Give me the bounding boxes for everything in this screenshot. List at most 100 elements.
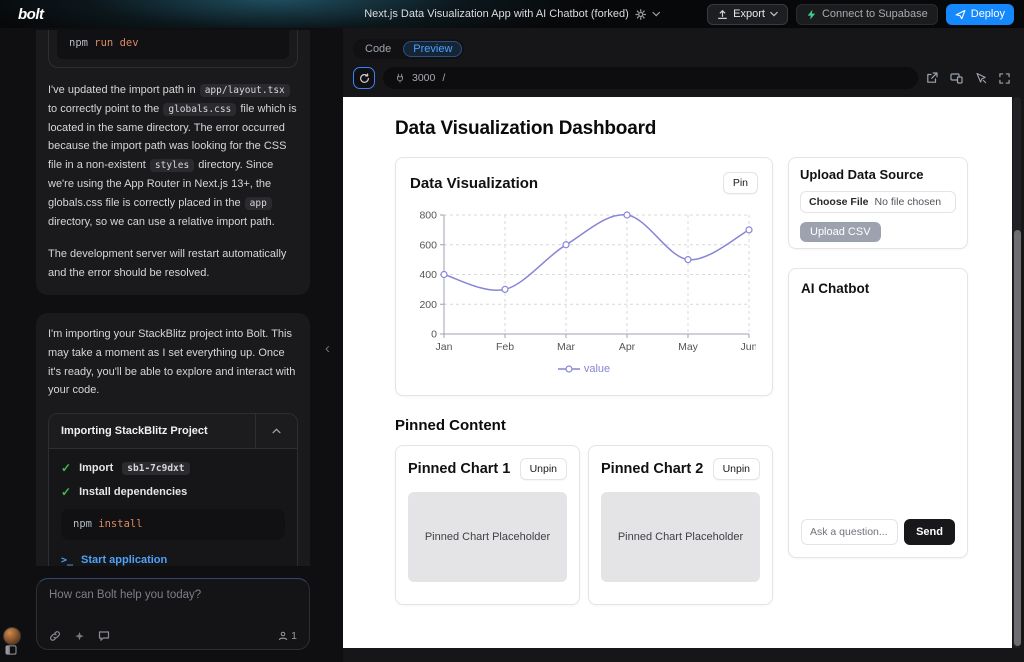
pinned-card-title: Pinned Chart 2 [601,461,703,477]
app-preview-viewport: Data Visualization Dashboard Data Visual… [343,97,1012,648]
svg-text:600: 600 [419,239,437,251]
upload-data-source-card: Upload Data Source Choose File No file c… [788,157,968,249]
pinned-chart-placeholder: Pinned Chart Placeholder [601,492,760,582]
collaborator-number: 1 [291,630,297,642]
message-paragraph: I'm importing your StackBlitz project in… [48,325,298,401]
ai-chatbot-card: AI Chatbot Send [788,268,968,558]
svg-text:Jun: Jun [741,341,756,353]
topbar-actions: Export Connect to Supabase Deploy [707,4,1014,25]
choose-file-button[interactable]: Choose File [809,196,869,208]
svg-text:Jan: Jan [436,341,453,353]
code-preview-tabs: Code Preview [353,39,464,59]
sidebar-collapse-handle[interactable]: ‹ [325,340,330,357]
url-bar[interactable]: 3000 / [383,67,918,89]
open-external-icon[interactable] [926,72,938,84]
sidebar-toggle-icon[interactable] [5,642,17,660]
sparkle-icon[interactable] [74,631,85,642]
export-button[interactable]: Export [707,4,788,25]
url-port: 3000 [412,72,435,84]
chat-input-toolbar: 1 [49,630,297,642]
message-paragraph: The development server will restart auto… [48,245,298,283]
artifact-title: Importing StackBlitz Project [49,414,255,448]
preview-url-row: 3000 / [343,65,1024,96]
connect-supabase-label: Connect to Supabase [822,8,928,20]
svg-text:800: 800 [419,210,437,222]
svg-text:May: May [678,341,699,353]
reload-button[interactable] [353,67,375,89]
chart-legend: value [410,363,758,375]
deploy-rocket-icon [955,9,966,20]
check-icon: ✓ [61,485,71,499]
pinned-content-heading: Pinned Content [395,417,773,434]
line-chart: 0200400600800JanFebMarAprMayJun [410,206,758,363]
pinned-chart-card-2: Pinned Chart 2 Unpin Pinned Chart Placeh… [588,445,773,605]
unpin-button[interactable]: Unpin [713,458,760,480]
export-upload-icon [717,9,728,20]
import-artifact: Importing StackBlitz Project ✓ Import sb… [48,413,298,566]
artifact-header: Importing StackBlitz Project [49,414,297,449]
pinned-chart-card-1: Pinned Chart 1 Unpin Pinned Chart Placeh… [395,445,580,605]
project-title-group[interactable]: Next.js Data Visualization App with AI C… [364,8,660,20]
deploy-button[interactable]: Deploy [946,4,1014,25]
project-id-chip: sb1-7c9dxt [122,462,189,475]
code-block-install[interactable]: npm install [61,509,285,540]
gear-icon[interactable] [635,9,646,20]
devices-icon[interactable] [950,72,963,84]
chat-bubble-icon[interactable] [98,630,110,642]
step-install-label: Install dependencies [79,486,187,498]
editor-tabs-row: Code Preview [343,28,1024,65]
svg-text:Feb: Feb [496,341,514,353]
svg-text:200: 200 [419,299,437,311]
preview-scrollbar-track[interactable] [1013,97,1021,648]
chevron-down-icon[interactable] [652,11,660,17]
ask-question-input[interactable] [801,519,898,545]
unpin-button[interactable]: Unpin [520,458,567,480]
chat-input-box[interactable]: 1 [36,578,310,650]
chevron-up-icon [272,428,281,434]
svg-text:Mar: Mar [557,341,576,353]
tab-preview[interactable]: Preview [403,41,462,57]
chatbot-input-row: Send [801,519,955,545]
reload-icon [359,73,370,84]
collaborator-count[interactable]: 1 [278,630,297,642]
bolt-logo[interactable]: bolt [18,6,44,23]
url-path: / [442,72,445,84]
link-icon[interactable] [49,630,61,642]
assistant-message-1: npm run dev I've updated the import path… [36,30,310,295]
project-title: Next.js Data Visualization App with AI C… [364,8,629,20]
supabase-icon [806,9,817,20]
preview-scrollbar-thumb[interactable] [1014,230,1021,646]
chat-history[interactable]: npm run dev I've updated the import path… [36,30,310,566]
connect-supabase-button[interactable]: Connect to Supabase [796,4,938,25]
step-start-application[interactable]: >_ Start application [61,554,285,566]
send-button[interactable]: Send [904,519,955,545]
no-file-chosen-label: No file chosen [875,196,942,208]
preview-actions [926,72,1014,84]
deploy-label: Deploy [971,8,1005,20]
message-paragraph: I've updated the import path in app/layo… [48,81,298,232]
top-bar: bolt Next.js Data Visualization App with… [0,0,1024,28]
export-chevron-icon [770,11,778,17]
file-input[interactable]: Choose File No file chosen [800,191,956,213]
step-install: ✓ Install dependencies [61,485,285,499]
tab-code[interactable]: Code [355,41,401,57]
app-window: bolt Next.js Data Visualization App with… [0,0,1024,662]
chat-input-field[interactable] [49,589,297,619]
data-visualization-card: Data Visualization Pin 0200400600800JanF… [395,157,773,396]
step-start-label: Start application [81,554,167,566]
step-import-label: Import [79,462,113,474]
collapse-artifact-button[interactable] [255,414,297,448]
artifact-body: ✓ Import sb1-7c9dxt ✓ Install dependenci… [49,449,297,566]
fullscreen-icon[interactable] [999,73,1010,84]
port-icon [395,73,405,83]
code-block-run-dev[interactable]: npm run dev [57,30,289,59]
svg-text:400: 400 [419,269,437,281]
pinned-chart-placeholder: Pinned Chart Placeholder [408,492,567,582]
pinned-cards-row: Pinned Chart 1 Unpin Pinned Chart Placeh… [395,445,773,605]
assistant-message-2: I'm importing your StackBlitz project in… [36,313,310,566]
pin-button[interactable]: Pin [723,172,758,194]
svg-text:Apr: Apr [619,341,636,353]
upload-card-title: Upload Data Source [800,167,956,182]
upload-csv-button[interactable]: Upload CSV [800,222,881,242]
inspect-cursor-icon[interactable] [975,72,987,84]
